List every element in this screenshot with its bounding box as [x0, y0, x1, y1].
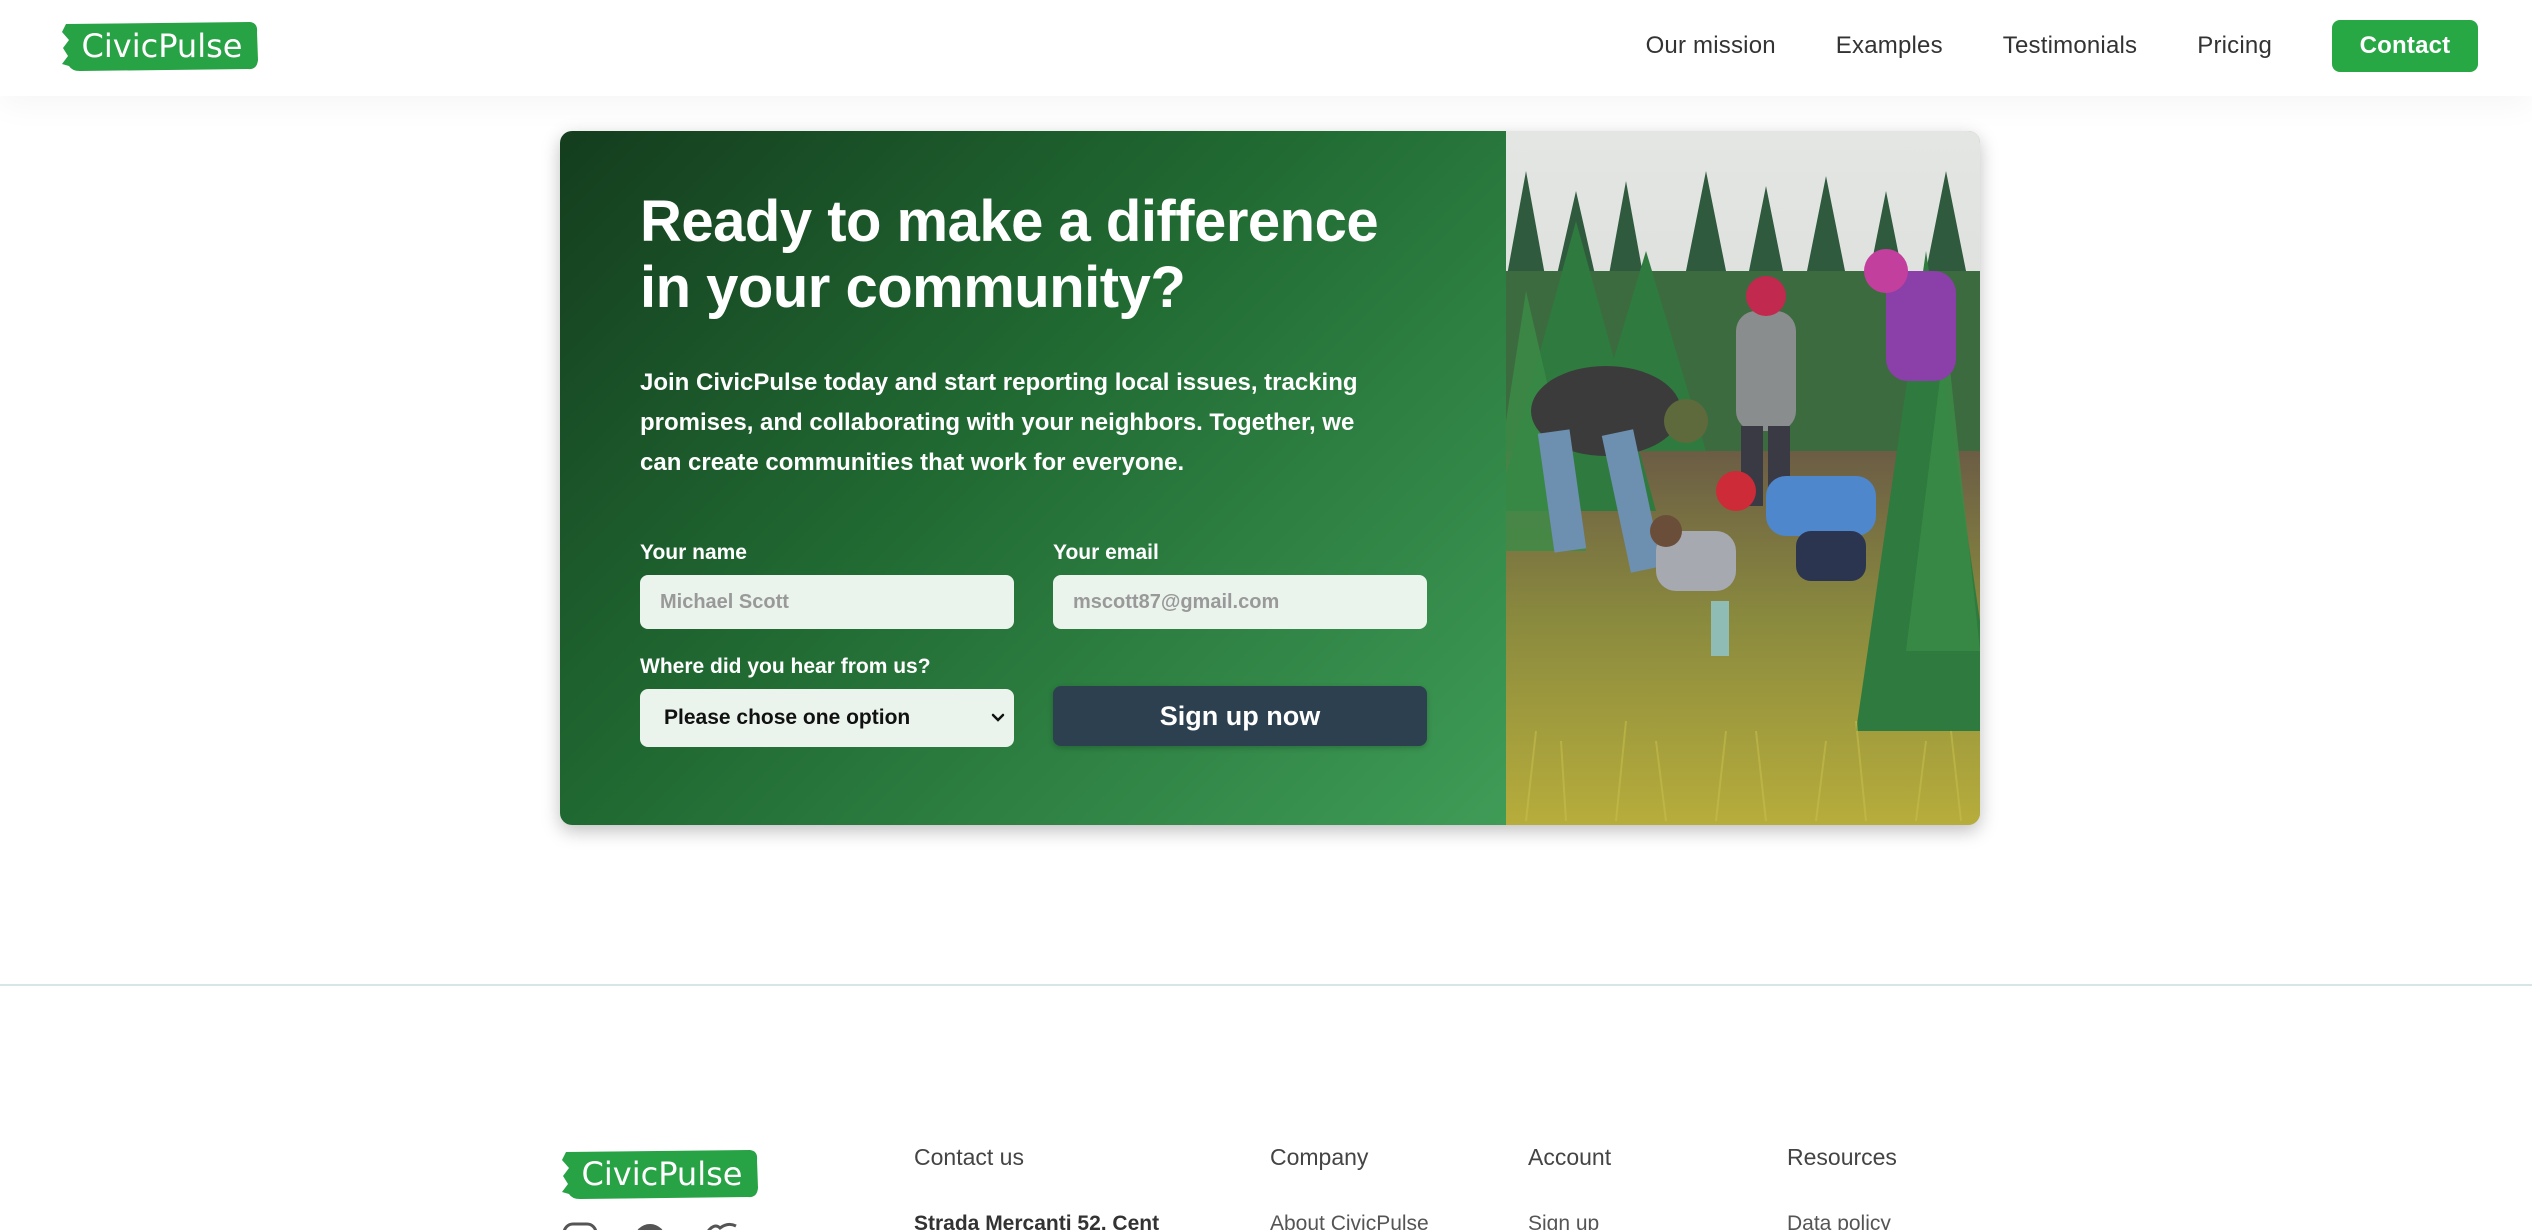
footer-heading-resources: Resources: [1787, 1144, 1897, 1170]
header-logo[interactable]: CivicPulse: [60, 20, 260, 72]
signup-cta-card: Ready to make a difference in your commu…: [560, 131, 1980, 825]
nav-link-our-mission[interactable]: Our mission: [1646, 32, 1776, 60]
footer-link-data-policy[interactable]: Data policy: [1787, 1212, 1891, 1230]
logo-text: CivicPulse: [81, 27, 243, 65]
footer-heading-account: Account: [1528, 1144, 1612, 1170]
name-input[interactable]: Michael Scott: [640, 575, 1014, 629]
footer-heading-company: Company: [1270, 1144, 1369, 1170]
community-photo: [1506, 131, 1980, 825]
email-input[interactable]: mscott87@gmail.com: [1053, 575, 1427, 629]
name-label: Your name: [640, 541, 747, 564]
footer-logo[interactable]: CivicPulse: [560, 1148, 760, 1200]
cta-title: Ready to make a difference in your commu…: [640, 189, 1379, 320]
cta-form-panel: Ready to make a difference in your commu…: [560, 131, 1506, 825]
cta-description: Join CivicPulse today and start reportin…: [640, 369, 1358, 476]
email-label: Your email: [1053, 541, 1159, 564]
contact-button[interactable]: Contact: [2332, 20, 2478, 72]
footer-heading-contact: Contact us: [914, 1144, 1024, 1170]
nav-link-testimonials[interactable]: Testimonials: [2003, 32, 2137, 60]
family-tree-farm-image: [1506, 131, 1980, 825]
footer-address: Strada Mercanti 52, Cent: [914, 1212, 1160, 1230]
nav-link-examples[interactable]: Examples: [1836, 32, 1943, 60]
footer-link-sign-up[interactable]: Sign up: [1528, 1212, 1599, 1230]
nav-link-pricing[interactable]: Pricing: [2197, 32, 2272, 60]
footer-logo-text: CivicPulse: [581, 1155, 743, 1193]
source-select-value: Please chose one option: [664, 706, 911, 729]
footer-link-about[interactable]: About CivicPulse: [1270, 1212, 1429, 1230]
sign-up-button[interactable]: Sign up now: [1053, 686, 1427, 746]
site-header: CivicPulse Our mission Examples Testimon…: [0, 0, 2532, 96]
section-divider: [0, 984, 2532, 986]
main-nav: Our mission Examples Testimonials Pricin…: [1646, 20, 2478, 72]
instagram-icon[interactable]: [562, 1222, 598, 1230]
twitter-icon[interactable]: [700, 1222, 740, 1230]
chevron-down-icon: [991, 713, 1005, 722]
facebook-icon[interactable]: [632, 1222, 668, 1230]
source-select[interactable]: Please chose one option: [640, 689, 1014, 747]
source-label: Where did you hear from us?: [640, 655, 931, 678]
